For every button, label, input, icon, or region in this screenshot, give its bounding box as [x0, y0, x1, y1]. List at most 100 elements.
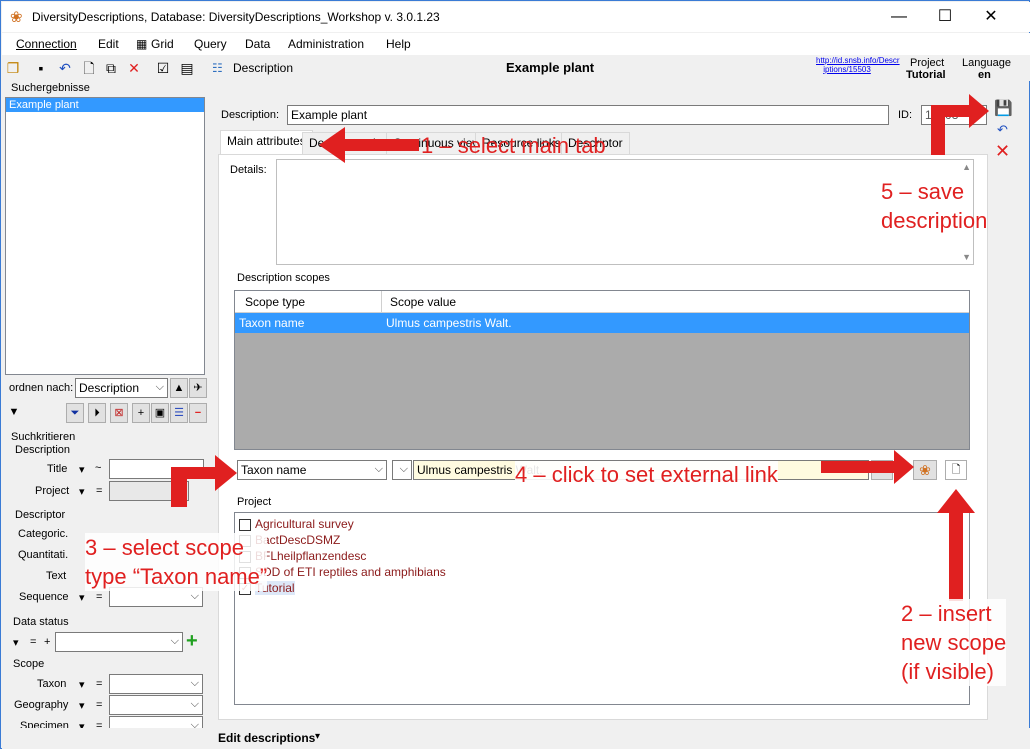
- menu-connection[interactable]: Connection: [16, 37, 77, 51]
- new-window-icon[interactable]: ❐: [4, 59, 22, 77]
- close-button[interactable]: ✕: [968, 2, 1014, 32]
- title-operator[interactable]: ~: [95, 462, 101, 474]
- geography-dropdown-icon[interactable]: ▾: [79, 699, 85, 712]
- checkbox-icon[interactable]: [239, 518, 251, 531]
- filter-add-icon[interactable]: ⏵: [88, 403, 106, 423]
- project-list[interactable]: Agricultural survey BactDescDSMZ BFLheil…: [234, 512, 970, 705]
- app-icon: ❀: [10, 9, 23, 26]
- tab-main-attributes[interactable]: Main attributes: [220, 130, 313, 154]
- arrow-tab-icon: [339, 139, 419, 151]
- new-document-icon[interactable]: 🗋: [80, 59, 98, 77]
- description-toolbar-label[interactable]: Description: [233, 61, 293, 75]
- undo-icon[interactable]: ↶: [56, 59, 74, 77]
- project-label: Project: [910, 57, 945, 69]
- set-external-link-icon[interactable]: ❀: [913, 460, 937, 480]
- delete-description-icon[interactable]: ✕: [995, 141, 1010, 162]
- sort-up-icon[interactable]: ▲: [170, 378, 188, 398]
- main-window: ❀ DiversityDescriptions, Database: Diver…: [0, 0, 1030, 749]
- grid-col-scope-type[interactable]: Scope type: [245, 295, 305, 309]
- chevron-down-icon[interactable]: ▾: [315, 731, 320, 742]
- collapse-icon[interactable]: ▼: [5, 403, 23, 423]
- menu-administration[interactable]: Administration: [288, 37, 364, 51]
- record-heading: Example plant: [506, 60, 595, 75]
- grid-header: Scope type Scope value: [235, 291, 969, 313]
- copy-icon[interactable]: ⧉: [102, 59, 120, 77]
- maximize-button[interactable]: ☐: [922, 2, 968, 32]
- criteria-header: Suchkritieren: [11, 431, 76, 443]
- taxon-operator[interactable]: =: [96, 678, 102, 690]
- sequence-label: Sequence: [19, 591, 69, 603]
- filter-remove-icon[interactable]: ⊠: [110, 403, 128, 423]
- table-icon[interactable]: ▤: [178, 59, 196, 77]
- save-icon[interactable]: ▪: [32, 59, 50, 77]
- details-textarea[interactable]: ▲ ▼: [276, 159, 974, 265]
- data-status-select[interactable]: ⌵: [55, 632, 183, 652]
- minimize-button[interactable]: —: [876, 2, 922, 32]
- list-icon[interactable]: ☰: [170, 403, 188, 423]
- scopes-grid[interactable]: Scope type Scope value Taxon name Ulmus …: [234, 290, 970, 450]
- language-value: en: [978, 69, 991, 81]
- sequence-dropdown-icon[interactable]: ▾: [79, 591, 85, 604]
- geography-operator[interactable]: =: [96, 699, 102, 711]
- scroll-up-icon[interactable]: ▲: [962, 162, 971, 172]
- geography-select[interactable]: ⌵: [109, 695, 203, 715]
- menu-query[interactable]: Query: [194, 37, 227, 51]
- table-row[interactable]: Taxon name Ulmus campestris Walt.: [235, 313, 969, 333]
- title-bar: ❀ DiversityDescriptions, Database: Diver…: [2, 2, 1030, 32]
- callout-select-scope-type: 3 – select scope type “Taxon name”: [85, 533, 268, 591]
- menu-edit[interactable]: Edit: [98, 37, 119, 51]
- taxon-label: Taxon: [37, 678, 67, 690]
- data-status-plus[interactable]: +: [44, 636, 50, 648]
- arrow-insert-icon: [949, 511, 963, 601]
- text-label: Text: [46, 570, 67, 582]
- arrow-link-head-icon: [894, 450, 914, 484]
- scroll-down-icon[interactable]: ▼: [962, 252, 971, 262]
- taxon-dropdown-icon[interactable]: ▾: [79, 678, 85, 691]
- filter-plus-icon[interactable]: +: [132, 403, 150, 423]
- description-input[interactable]: Example plant: [287, 105, 889, 125]
- menu-data[interactable]: Data: [245, 37, 270, 51]
- table-cell: Ulmus campestris Walt.: [386, 316, 512, 330]
- arrow-save-icon: [931, 111, 945, 155]
- data-status-label: Data status: [13, 616, 69, 628]
- geography-label: Geography: [14, 699, 69, 711]
- grid-icon: ▦: [136, 37, 148, 51]
- arrow-scope-stem-icon: [171, 467, 187, 507]
- callout-set-external-link: 4 – click to set external link: [515, 461, 778, 489]
- window-title: DiversityDescriptions, Database: Diversi…: [32, 10, 440, 24]
- filter-icon[interactable]: ⏷: [66, 403, 84, 423]
- insert-scope-icon[interactable]: 🗋: [945, 460, 967, 480]
- undo-description-icon[interactable]: ↶: [997, 122, 1008, 138]
- taxon-select[interactable]: ⌵: [109, 674, 203, 694]
- record-link[interactable]: http://id.snsb.info/Descr iptions/15503: [816, 56, 900, 74]
- results-item[interactable]: Example plant: [6, 98, 204, 112]
- edit-descriptions-label[interactable]: Edit descriptions: [218, 731, 315, 745]
- arrow-insert-head-icon: [937, 489, 975, 513]
- sequence-operator[interactable]: =: [96, 591, 102, 603]
- scope-type-select[interactable]: Taxon name ⌵: [237, 460, 387, 480]
- quantitative-label: Quantitati.: [18, 549, 69, 561]
- order-label: ordnen nach:: [9, 382, 74, 394]
- project-dropdown-icon[interactable]: ▾: [79, 485, 85, 498]
- minus-icon[interactable]: −: [189, 403, 207, 423]
- list-item[interactable]: Agricultural survey: [239, 517, 354, 533]
- title-dropdown-icon[interactable]: ▾: [79, 463, 85, 476]
- checkbox-icon[interactable]: ☑: [154, 59, 172, 77]
- results-list[interactable]: Example plant: [5, 97, 205, 375]
- project-operator[interactable]: =: [96, 485, 102, 497]
- arrow-save-arm-icon: [931, 105, 971, 117]
- order-select[interactable]: Description ⌵: [75, 378, 168, 398]
- menu-help[interactable]: Help: [386, 37, 411, 51]
- run-icon[interactable]: ✈: [189, 378, 207, 398]
- scope-value-dropdown[interactable]: ⌵: [392, 460, 412, 480]
- grid-col-divider: [381, 291, 382, 313]
- list-item[interactable]: SDD of ETI reptiles and amphibians: [239, 565, 446, 581]
- data-status-dropdown-icon[interactable]: ▾: [13, 636, 19, 649]
- delete-icon[interactable]: ✕: [125, 59, 143, 77]
- save-description-icon[interactable]: 💾: [994, 99, 1013, 117]
- menu-grid[interactable]: Grid: [151, 37, 174, 51]
- grid-col-scope-value[interactable]: Scope value: [390, 295, 456, 309]
- filter-list-icon[interactable]: ▣: [151, 403, 169, 423]
- add-icon[interactable]: +: [186, 630, 198, 653]
- data-status-operator[interactable]: =: [30, 636, 36, 648]
